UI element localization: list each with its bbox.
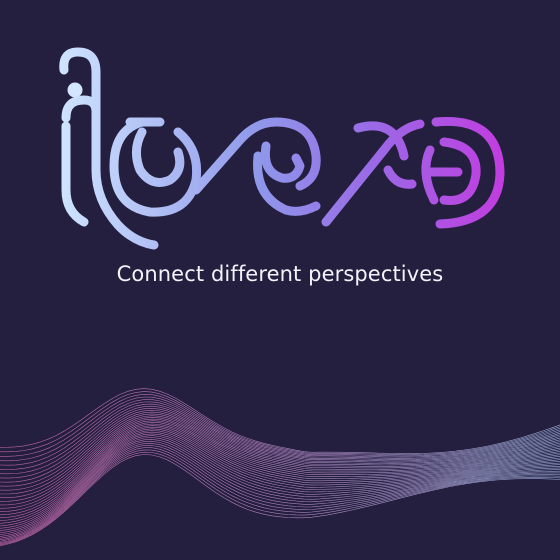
logo-connector-2 xyxy=(321,119,425,227)
poster: ibeec xyxy=(0,0,560,560)
wave-line xyxy=(0,407,560,483)
wave-decoration xyxy=(0,388,560,547)
wave-line xyxy=(0,454,560,547)
logo-b-outer xyxy=(109,117,202,217)
brand-logo: ibeec xyxy=(59,47,505,250)
wave-line xyxy=(0,447,560,543)
wave-line xyxy=(0,396,560,462)
logo-b-inner xyxy=(132,127,185,187)
wave-line xyxy=(0,391,560,456)
wave-line xyxy=(0,399,560,466)
logo-i-dot xyxy=(67,82,83,98)
logo-e1-inner xyxy=(260,141,305,183)
tagline: Connect different perspectives xyxy=(116,262,444,286)
logo-e2-inner xyxy=(383,165,417,189)
wave-line xyxy=(0,405,560,479)
logo-i-lower xyxy=(61,121,89,227)
wave-line xyxy=(0,421,560,512)
